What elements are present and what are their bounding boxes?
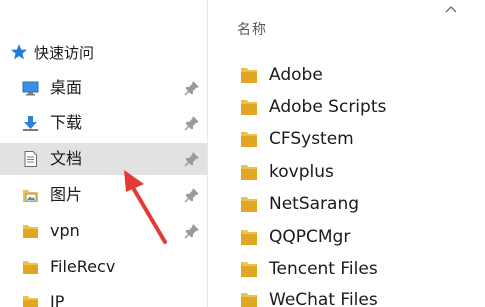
column-header-name[interactable]: 名称 <box>237 19 267 39</box>
folder-icon <box>241 165 257 180</box>
file-row-label: Adobe Scripts <box>269 97 387 117</box>
nav-item-downloads[interactable]: 下载 <box>0 107 207 139</box>
file-row-label: CFSystem <box>269 129 354 149</box>
quick-access-header[interactable]: 快速访问 <box>10 41 94 63</box>
nav-item-label: 文档 <box>50 149 83 168</box>
nav-item-label: FileRecv <box>50 257 116 276</box>
pin-icon[interactable] <box>184 187 200 203</box>
file-row-kovplus[interactable]: kovplus <box>208 157 485 187</box>
file-list-pane: 名称 Adobe Adobe Scripts CFSystem kovplus <box>208 0 485 307</box>
folder-icon <box>241 230 257 245</box>
file-row-label: Tencent Files <box>269 259 378 279</box>
pictures-icon <box>23 190 38 202</box>
folder-icon <box>241 68 257 83</box>
folder-icon <box>23 225 38 238</box>
nav-item-label: 图片 <box>50 185 83 204</box>
folder-icon <box>241 293 257 307</box>
nav-item-label: vpn <box>50 221 80 240</box>
nav-item-ip[interactable]: IP <box>0 286 207 307</box>
pin-icon[interactable] <box>184 115 200 131</box>
chevron-up-icon[interactable] <box>444 4 458 14</box>
nav-item-label: 桌面 <box>50 78 83 97</box>
file-row-qqpcmgr[interactable]: QQPCMgr <box>208 222 485 252</box>
file-row-cfsystem[interactable]: CFSystem <box>208 124 485 154</box>
annotation-arrow-icon <box>124 170 167 244</box>
file-row-label: Adobe <box>269 65 323 85</box>
pin-icon[interactable] <box>184 223 200 239</box>
nav-item-label: 下载 <box>50 113 83 132</box>
desktop-icon <box>22 81 39 96</box>
navigation-pane: 快速访问 桌面 下载 文档 图片 vpn FileRecv IP <box>0 0 207 307</box>
pin-icon[interactable] <box>184 151 200 167</box>
folder-icon <box>241 132 257 147</box>
folder-icon <box>241 197 257 212</box>
file-row-label: QQPCMgr <box>269 227 351 247</box>
nav-item-desktop[interactable]: 桌面 <box>0 72 207 104</box>
document-icon <box>24 151 37 167</box>
file-row-tencent-files[interactable]: Tencent Files <box>208 254 485 284</box>
quick-access-label: 快速访问 <box>34 43 95 62</box>
star-icon <box>11 44 27 60</box>
file-row-adobe-scripts[interactable]: Adobe Scripts <box>208 92 485 122</box>
nav-item-filerecv[interactable]: FileRecv <box>0 251 207 283</box>
file-row-netsarang[interactable]: NetSarang <box>208 189 485 219</box>
file-row-label: NetSarang <box>269 194 360 214</box>
file-row-adobe[interactable]: Adobe <box>208 60 485 90</box>
folder-icon <box>241 262 257 277</box>
pin-icon[interactable] <box>184 80 200 96</box>
file-row-wechat-files[interactable]: WeChat Files <box>208 285 485 307</box>
nav-item-label: IP <box>50 292 65 307</box>
file-row-label: WeChat Files <box>269 290 378 307</box>
download-icon <box>23 116 38 131</box>
file-row-label: kovplus <box>269 162 334 182</box>
folder-icon <box>23 261 38 274</box>
folder-icon <box>241 100 257 115</box>
folder-icon <box>23 296 38 307</box>
